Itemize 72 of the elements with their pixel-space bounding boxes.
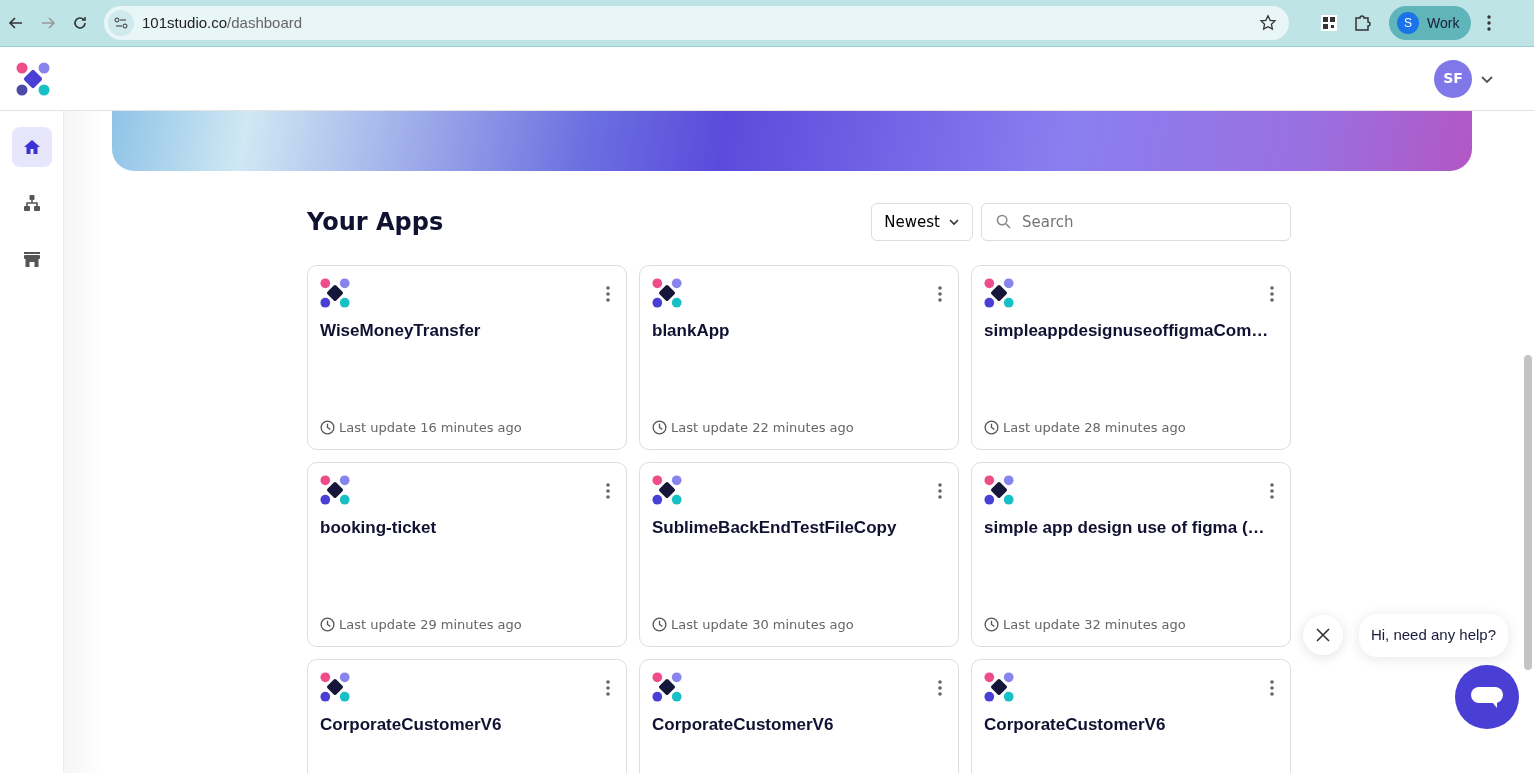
clock-icon bbox=[320, 419, 335, 435]
store-icon bbox=[22, 250, 41, 268]
sidebar-item[interactable] bbox=[11, 127, 52, 167]
reload-icon[interactable] bbox=[72, 15, 88, 31]
more-vertical-icon bbox=[938, 679, 942, 696]
star-icon[interactable] bbox=[1259, 14, 1277, 32]
hierarchy-icon bbox=[22, 194, 41, 212]
logo-icon[interactable] bbox=[16, 61, 50, 96]
app-name: CorporateCustomerV6 bbox=[320, 714, 503, 736]
more-vertical-icon bbox=[1270, 679, 1274, 696]
more-vertical-icon bbox=[606, 679, 610, 696]
app-name: WiseMoneyTransfer bbox=[320, 320, 482, 342]
chat-bubble-icon bbox=[1470, 684, 1504, 710]
app-logo-icon bbox=[652, 672, 682, 702]
last-update-text: Last update 32 minutes ago bbox=[1003, 615, 1186, 634]
app-name: booking-ticket bbox=[320, 517, 438, 539]
last-update-text: Last update 22 minutes ago bbox=[671, 418, 854, 437]
address-bar[interactable]: 101studio.co/dashboard bbox=[104, 6, 1289, 40]
app-name: CorporateCustomerV6 bbox=[652, 714, 835, 736]
app-name: simpleappdesignuseoffigmaCom… bbox=[984, 320, 1270, 342]
app-name: blankApp bbox=[652, 320, 731, 342]
app-card[interactable]: simpleappdesignuseoffigmaCom… Last update 28 minutes ago bbox=[971, 265, 1291, 450]
last-update-text: Last update 28 minutes ago bbox=[1003, 418, 1186, 437]
app-name: SublimeBackEndTestFileCopy bbox=[652, 517, 898, 539]
more-vertical-icon bbox=[606, 285, 610, 302]
last-update-text: Last update 30 minutes ago bbox=[671, 615, 854, 634]
app-card[interactable]: SublimeBackEndTestFileCopy Last update 30 minutes ago bbox=[639, 462, 959, 647]
clock-icon bbox=[984, 616, 999, 632]
app-name: simple app design use of figma (… bbox=[984, 517, 1266, 539]
section-title: Your Apps bbox=[307, 207, 444, 237]
puzzle-piece-icon[interactable] bbox=[1353, 13, 1373, 33]
profile-button[interactable]: S Work bbox=[1389, 6, 1472, 40]
menu-icon[interactable] bbox=[1487, 15, 1492, 31]
app-logo-icon bbox=[984, 475, 1014, 505]
more-vertical-icon bbox=[938, 285, 942, 302]
site-settings-icon[interactable] bbox=[108, 10, 134, 36]
app-card[interactable]: CorporateCustomerV6 bbox=[971, 659, 1291, 773]
app-name: CorporateCustomerV6 bbox=[984, 714, 1167, 736]
caret-icon bbox=[948, 216, 960, 228]
app-logo-icon bbox=[320, 278, 350, 308]
more-vertical-icon bbox=[1270, 482, 1274, 499]
sort-dropdown[interactable]: Newest bbox=[871, 203, 973, 241]
app-logo-icon bbox=[652, 278, 682, 308]
clock-icon bbox=[320, 616, 335, 632]
app-logo-icon bbox=[320, 672, 350, 702]
app-logo-icon bbox=[652, 475, 682, 505]
clock-icon bbox=[984, 419, 999, 435]
more-vertical-icon bbox=[1270, 285, 1274, 302]
app-card[interactable]: booking-ticket Last update 29 minutes ago bbox=[307, 462, 627, 647]
close-icon bbox=[1315, 628, 1330, 643]
scrollbar-thumb[interactable] bbox=[1524, 355, 1532, 670]
more-vertical-icon bbox=[606, 482, 610, 499]
app-logo-icon bbox=[984, 278, 1014, 308]
home-icon bbox=[22, 138, 41, 156]
search-field[interactable]: Search bbox=[981, 203, 1291, 241]
app-logo-icon bbox=[320, 475, 350, 505]
last-update-text: Last update 16 minutes ago bbox=[339, 418, 522, 437]
last-update-text: Last update 29 minutes ago bbox=[339, 615, 522, 634]
app-card[interactable]: WiseMoneyTransfer Last update 16 minutes ago bbox=[307, 265, 627, 450]
app-card[interactable]: blankApp Last update 22 minutes ago bbox=[639, 265, 959, 450]
user-avatar[interactable]: SF bbox=[1434, 59, 1472, 98]
more-vertical-icon bbox=[938, 482, 942, 499]
clock-icon bbox=[652, 616, 667, 632]
app-card[interactable]: simple app design use of figma (… Last update 32 minutes ago bbox=[971, 462, 1291, 647]
app-card[interactable]: CorporateCustomerV6 bbox=[307, 659, 627, 773]
chat-greeting: Hi, need any help? bbox=[1358, 614, 1508, 657]
app-logo-icon bbox=[984, 672, 1014, 702]
back-icon[interactable] bbox=[8, 15, 24, 31]
qr-code-icon[interactable] bbox=[1321, 15, 1337, 31]
clock-icon bbox=[652, 419, 667, 435]
app-card[interactable]: CorporateCustomerV6 bbox=[639, 659, 959, 773]
url-text: 101studio.co/dashboard bbox=[142, 12, 303, 33]
